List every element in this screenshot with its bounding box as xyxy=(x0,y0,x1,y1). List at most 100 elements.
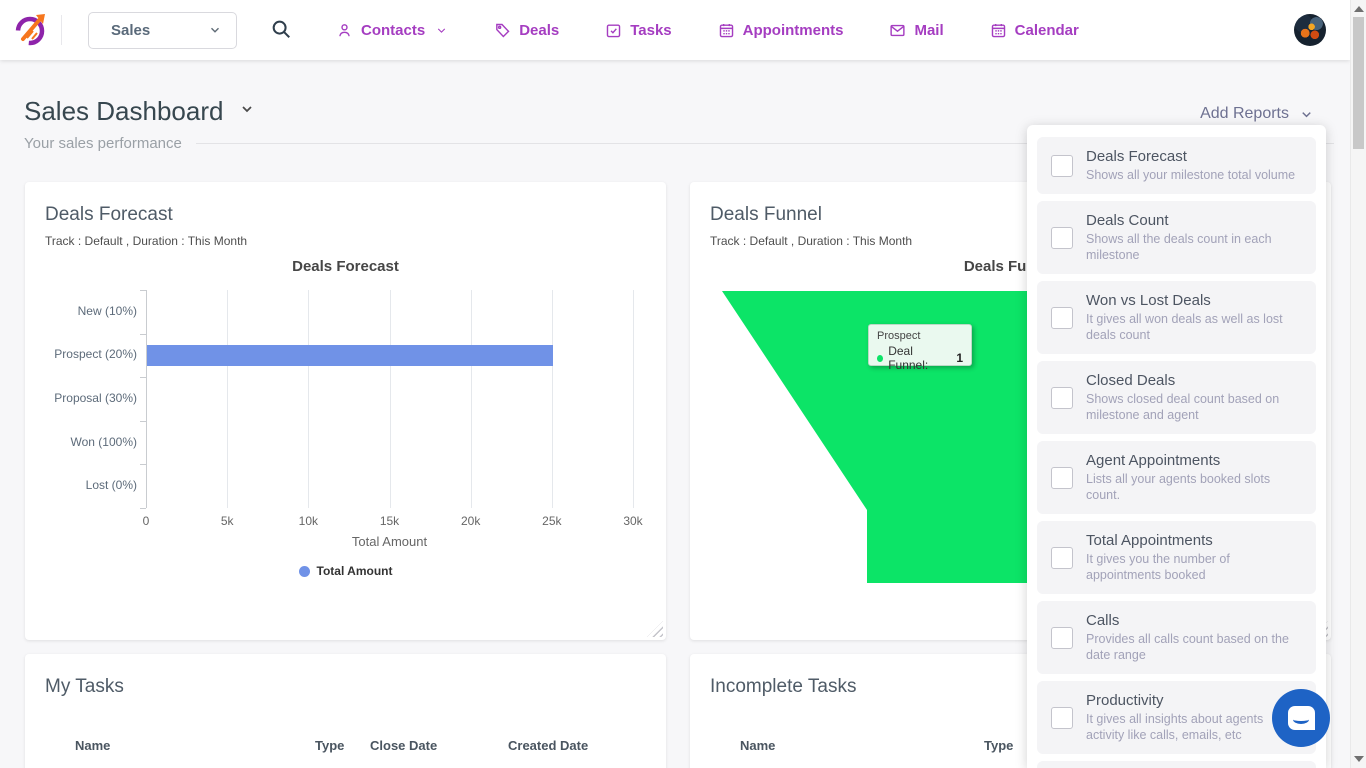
nav-item-label: Calendar xyxy=(1015,22,1079,39)
nav-item-label: Mail xyxy=(914,22,943,39)
scrollbar-thumb[interactable] xyxy=(1353,17,1364,149)
column-header-name: Name xyxy=(740,738,775,753)
x-tick-label: 15k xyxy=(380,514,399,528)
task-check-icon xyxy=(605,22,622,39)
report-option-closed-deals[interactable]: Closed DealsShows closed deal count base… xyxy=(1037,361,1316,434)
tag-icon xyxy=(494,22,511,39)
tooltip-series-label: Deal Funnel: xyxy=(888,344,948,372)
x-tick-label: 30k xyxy=(623,514,642,528)
y-axis-tick xyxy=(140,377,146,378)
checkbox[interactable] xyxy=(1051,467,1073,489)
avatar[interactable] xyxy=(1294,14,1326,46)
report-option-text: Calls Provides all calls count based on t… xyxy=(1086,612,1302,663)
report-option-calls[interactable]: Calls Provides all calls count based on t… xyxy=(1037,601,1316,674)
report-option-text: Deals CountShows all the deals count in … xyxy=(1086,212,1302,263)
divider xyxy=(61,15,62,45)
page-scrollbar[interactable] xyxy=(1350,0,1366,768)
add-reports-menu: Deals ForecastShows all your milestone t… xyxy=(1027,125,1326,768)
report-option-total-appointments[interactable]: Total AppointmentsIt gives you the numbe… xyxy=(1037,521,1316,594)
report-option-description: Lists all your agents booked slots count… xyxy=(1086,471,1302,503)
card-filters: Track : Default , Duration : This Month xyxy=(45,234,247,248)
funnel-tooltip: Prospect Deal Funnel: 1 xyxy=(868,324,972,366)
deals-forecast-card: Deals Forecast Track : Default , Duratio… xyxy=(25,182,666,640)
chat-launcher-button[interactable] xyxy=(1272,689,1330,747)
nav-item-calendar[interactable]: Calendar xyxy=(990,22,1079,39)
mail-icon xyxy=(889,22,906,39)
resize-handle[interactable] xyxy=(647,621,663,637)
tooltip-stage: Prospect xyxy=(877,330,963,342)
checkbox[interactable] xyxy=(1051,155,1073,177)
calendar-grid-icon xyxy=(990,22,1007,39)
column-header-created-date: Created Date xyxy=(508,738,588,753)
chart-legend[interactable]: Total Amount xyxy=(25,564,666,578)
column-header-type: Type xyxy=(984,738,1013,753)
report-option-title: Calls xyxy=(1086,612,1302,629)
gridline xyxy=(308,290,309,508)
add-reports-button[interactable]: Add Reports xyxy=(1200,105,1314,123)
x-axis-label: Total Amount xyxy=(146,534,633,549)
scroll-up-arrow[interactable] xyxy=(1354,6,1364,12)
report-option-won-vs-lost-deals[interactable]: Won vs Lost DealsIt gives all won deals … xyxy=(1037,281,1316,354)
report-option-title: Agent Appointments xyxy=(1086,452,1302,469)
report-option-text: Total AppointmentsIt gives you the numbe… xyxy=(1086,532,1302,583)
chat-smile-icon xyxy=(1293,715,1309,724)
nav-item-appointments[interactable]: Appointments xyxy=(718,22,844,39)
y-axis-line xyxy=(146,290,147,508)
page-title: Sales Dashboard xyxy=(24,96,223,127)
y-category-label: Lost (0%) xyxy=(33,478,137,492)
scroll-down-arrow[interactable] xyxy=(1354,756,1364,762)
checkbox[interactable] xyxy=(1051,387,1073,409)
y-axis-tick xyxy=(140,421,146,422)
y-axis-tick xyxy=(140,334,146,335)
search-button[interactable] xyxy=(270,18,294,42)
search-icon xyxy=(270,18,292,40)
report-option-description: Provides all calls count based on the da… xyxy=(1086,631,1302,663)
chat-icon xyxy=(1288,706,1315,730)
y-axis-tick xyxy=(140,464,146,465)
report-option-title: Total Appointments xyxy=(1086,532,1302,549)
tooltip-series-dot xyxy=(877,355,883,362)
report-option-deals-forecast[interactable]: Deals ForecastShows all your milestone t… xyxy=(1037,137,1316,194)
my-tasks-card: My Tasks Name Type Close Date Created Da… xyxy=(25,654,666,768)
column-header-name: Name xyxy=(75,738,110,753)
report-option-agent-appointments[interactable]: Agent Appointments Lists all your agents … xyxy=(1037,441,1316,514)
nav-item-contacts[interactable]: Contacts xyxy=(336,22,448,39)
report-option-text: Closed DealsShows closed deal count base… xyxy=(1086,372,1302,423)
y-category-label: Prospect (20%) xyxy=(33,347,137,361)
report-option-description: Shows closed deal count based on milesto… xyxy=(1086,391,1302,423)
dashboard-selector-chevron[interactable] xyxy=(239,101,255,122)
report-option-deals-count[interactable]: Deals CountShows all the deals count in … xyxy=(1037,201,1316,274)
main-nav: Contacts Deals Tasks Appointments Mail Calend… xyxy=(336,22,1079,39)
y-category-label: New (10%) xyxy=(33,304,137,318)
workspace-selector[interactable]: Sales xyxy=(88,12,237,49)
report-option-description: Shows all your milestone total volume xyxy=(1086,167,1302,183)
chevron-down-icon xyxy=(239,101,255,117)
nav-item-label: Appointments xyxy=(743,22,844,39)
checkbox[interactable] xyxy=(1051,707,1073,729)
forecast-plot xyxy=(146,290,633,508)
bar-prospect-20[interactable] xyxy=(147,345,553,366)
report-option-sales-performance[interactable]: Sales Performance xyxy=(1037,761,1316,768)
checkbox[interactable] xyxy=(1051,547,1073,569)
app-logo-icon[interactable] xyxy=(14,13,48,47)
report-option-text: Won vs Lost DealsIt gives all won deals … xyxy=(1086,292,1302,343)
y-axis-tick xyxy=(140,290,146,291)
checkbox[interactable] xyxy=(1051,627,1073,649)
nav-item-label: Tasks xyxy=(630,22,671,39)
column-header-type: Type xyxy=(315,738,344,753)
chevron-down-icon xyxy=(1299,107,1314,122)
nav-item-mail[interactable]: Mail xyxy=(889,22,943,39)
x-tick-label: 0 xyxy=(143,514,150,528)
nav-item-deals[interactable]: Deals xyxy=(494,22,559,39)
gridline xyxy=(227,290,228,508)
gridline xyxy=(552,290,553,508)
checkbox[interactable] xyxy=(1051,227,1073,249)
x-tick-label: 20k xyxy=(461,514,480,528)
nav-item-tasks[interactable]: Tasks xyxy=(605,22,671,39)
nav-item-label: Contacts xyxy=(361,22,425,39)
card-title: Deals Forecast xyxy=(45,204,173,226)
x-tick-label: 10k xyxy=(299,514,318,528)
legend-label: Total Amount xyxy=(317,564,393,578)
person-icon xyxy=(336,22,353,39)
checkbox[interactable] xyxy=(1051,307,1073,329)
